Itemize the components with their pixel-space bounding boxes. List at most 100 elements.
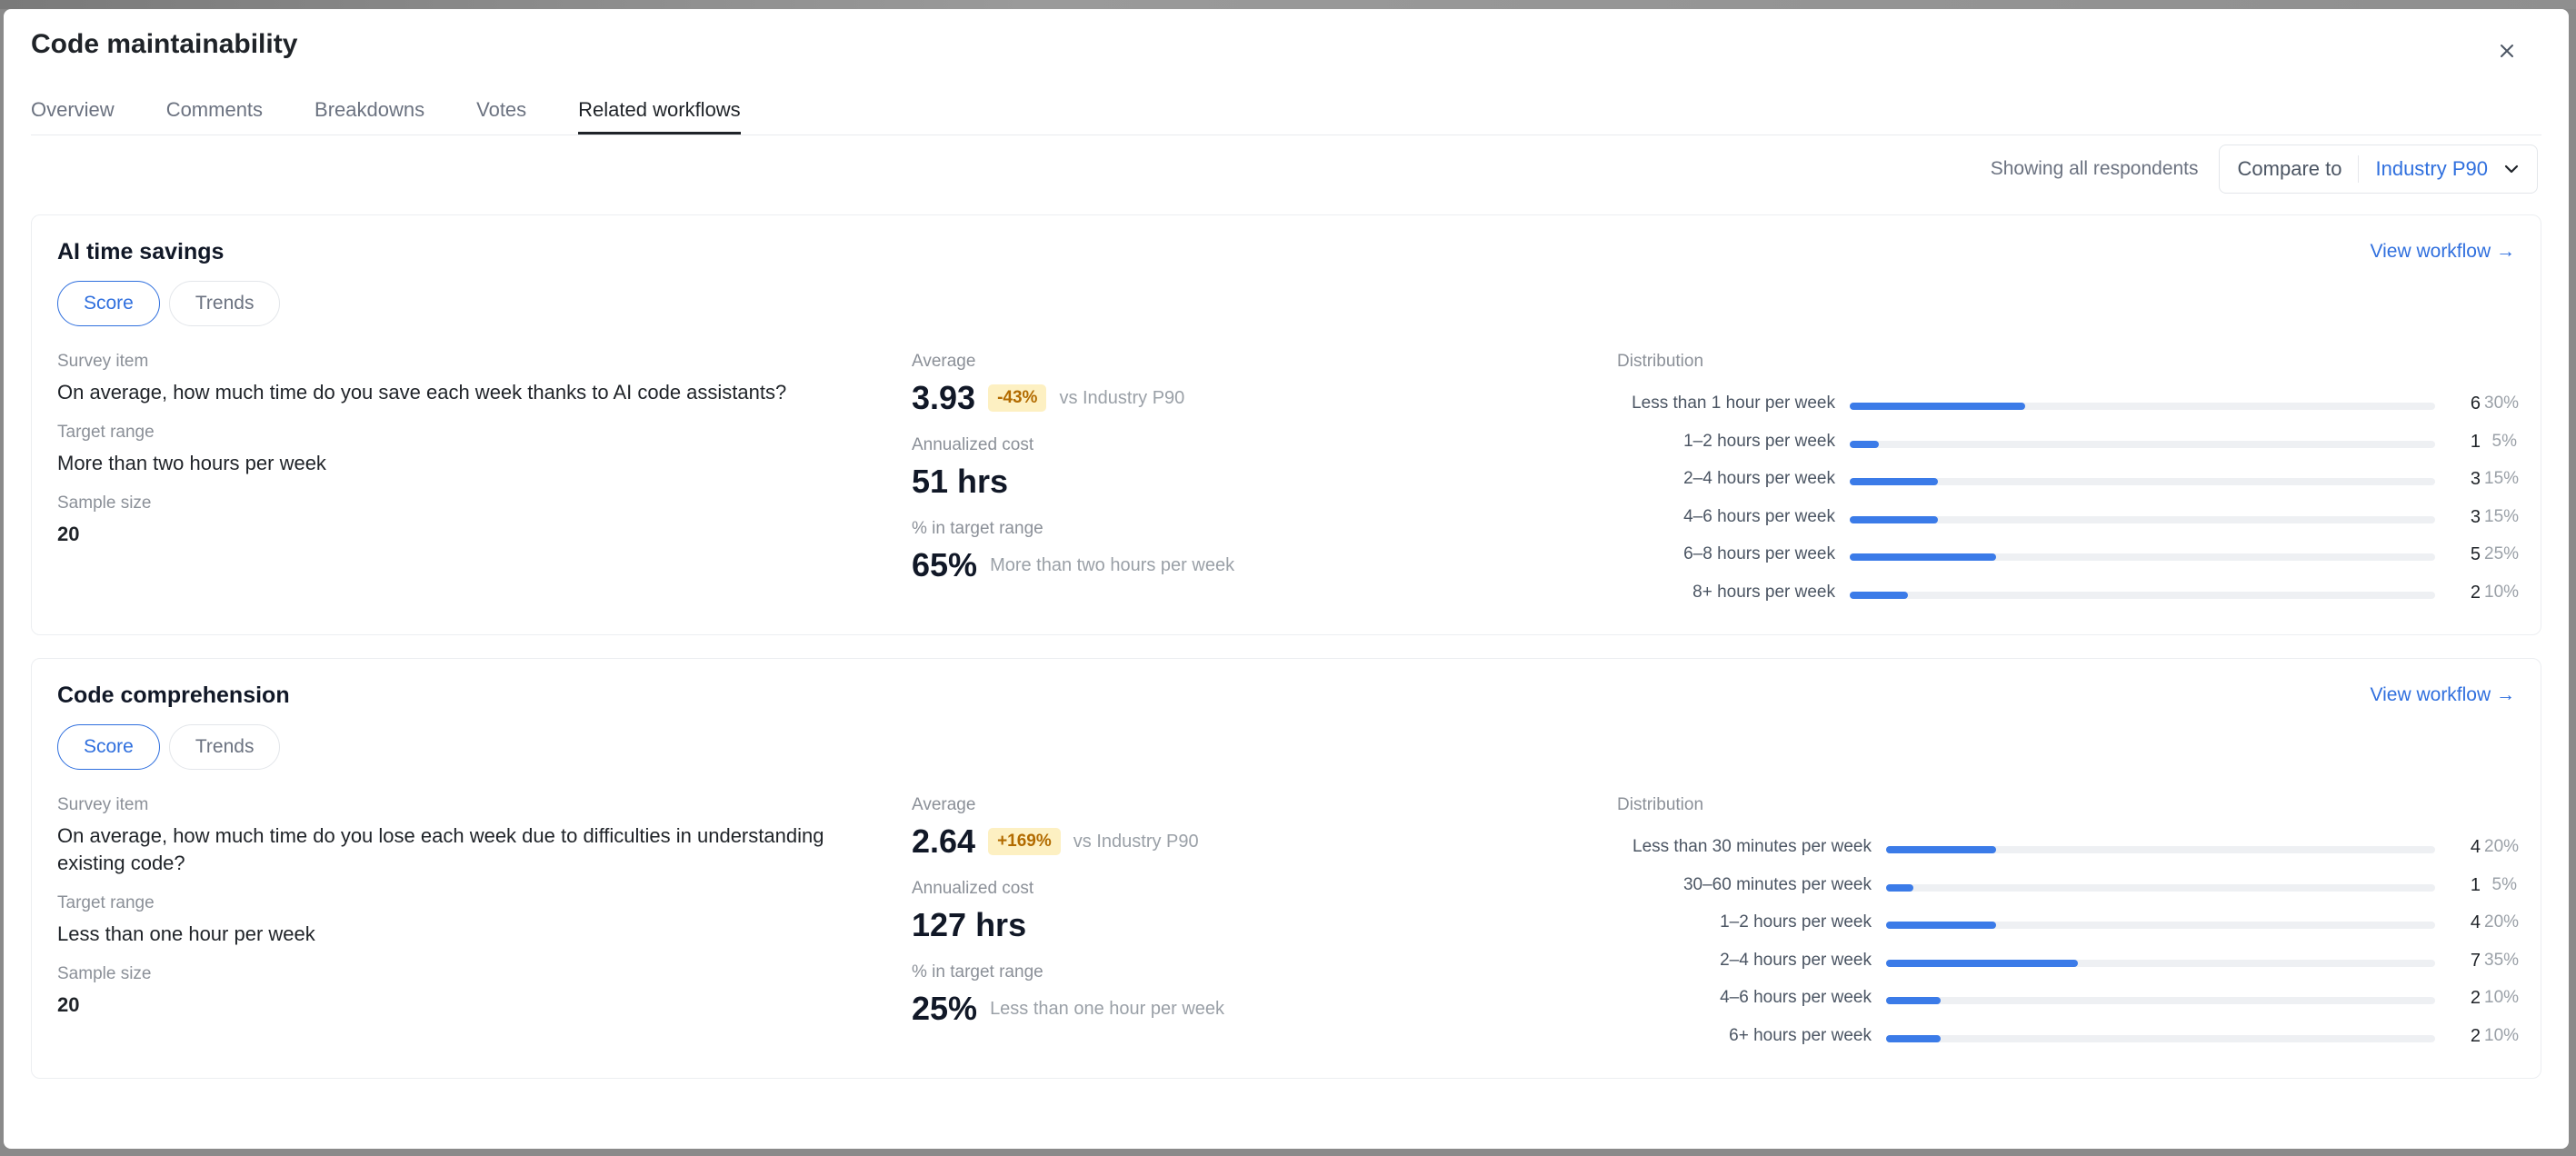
distribution-bar-fill bbox=[1850, 403, 2025, 410]
distribution-bar-fill bbox=[1850, 478, 1938, 485]
average-label: Average bbox=[912, 795, 976, 814]
distribution-percent: 30% bbox=[2484, 394, 2520, 413]
distribution-bar-fill bbox=[1886, 997, 1941, 1004]
card-title: Code comprehension bbox=[57, 683, 290, 708]
survey-item-text: On average, how much time do you lose ea… bbox=[57, 824, 824, 874]
comparison-text: vs Industry P90 bbox=[1073, 831, 1199, 852]
distribution-percent: 10% bbox=[2484, 988, 2520, 1007]
metrics: Average 3.93 -43% vs Industry P90 Annual… bbox=[912, 352, 1566, 584]
score-pill[interactable]: Score bbox=[57, 281, 160, 326]
distribution-percent: 10% bbox=[2484, 582, 2520, 602]
distribution-bar-fill bbox=[1886, 959, 2078, 967]
tab-comments[interactable]: Comments bbox=[166, 89, 263, 135]
comparison-badge: -43% bbox=[988, 384, 1047, 412]
distribution-bar-track bbox=[1886, 922, 2435, 929]
distribution-bar-fill bbox=[1850, 553, 1996, 561]
distribution-bar-track bbox=[1850, 478, 2435, 485]
distribution-count: 3 bbox=[2470, 469, 2481, 489]
target-range-label: Target range bbox=[57, 423, 155, 442]
survey-item-label: Survey item bbox=[57, 795, 149, 814]
distribution-percent: 20% bbox=[2484, 837, 2520, 856]
close-icon bbox=[2501, 45, 2513, 57]
distribution-row-label: 2–4 hours per week bbox=[1720, 950, 1872, 970]
distribution-bar-track bbox=[1850, 553, 2435, 561]
distribution-bar-track bbox=[1850, 515, 2435, 523]
tab-votes[interactable]: Votes bbox=[476, 89, 526, 135]
card-title: AI time savings bbox=[57, 239, 225, 264]
distribution-bar-fill bbox=[1850, 440, 1879, 448]
average-label: Average bbox=[912, 352, 976, 371]
view-workflow-link[interactable]: View workflow → bbox=[2371, 241, 2516, 263]
distribution-row: 6–8 hours per week 5 25% bbox=[1617, 537, 2519, 575]
compare-to-dropdown[interactable]: Compare to Industry P90 bbox=[2218, 144, 2538, 194]
distribution-row: 1–2 hours per week 1 5% bbox=[1617, 424, 2517, 463]
distribution-bar-fill bbox=[1886, 922, 1996, 929]
view-workflow-link[interactable]: View workflow → bbox=[2371, 684, 2516, 706]
sample-size-label: Sample size bbox=[57, 964, 152, 983]
distribution-row-label: Less than 1 hour per week bbox=[1632, 394, 1835, 413]
distribution-row: 8+ hours per week 2 10% bbox=[1617, 575, 2520, 613]
tab-overview[interactable]: Overview bbox=[31, 89, 115, 135]
distribution-row: 4–6 hours per week 2 10% bbox=[1617, 981, 2520, 1019]
distribution-count: 3 bbox=[2470, 506, 2481, 527]
backdrop bbox=[0, 0, 2576, 9]
comparison-badge: +169% bbox=[988, 828, 1061, 855]
distribution-row-label: 1–2 hours per week bbox=[1683, 431, 1835, 451]
distribution-row-label: 4–6 hours per week bbox=[1683, 506, 1835, 526]
chevron-down-icon bbox=[2504, 164, 2519, 174]
distribution-count: 1 bbox=[2470, 874, 2481, 895]
distribution-percent: 20% bbox=[2484, 912, 2520, 932]
distribution-bar-track bbox=[1886, 959, 2435, 967]
distribution-label: Distribution bbox=[1617, 795, 1704, 814]
trends-pill[interactable]: Trends bbox=[168, 724, 281, 770]
annualized-cost-label: Annualized cost bbox=[912, 879, 1034, 898]
modal-dialog: Code maintainability Overview Comments B… bbox=[4, 9, 2569, 1149]
distribution-row-label: 6–8 hours per week bbox=[1683, 544, 1835, 563]
survey-details: Survey item On average, how much time do… bbox=[57, 795, 875, 1019]
distribution-count: 2 bbox=[2470, 582, 2481, 603]
distribution-percent: 10% bbox=[2484, 1025, 2520, 1045]
distribution-row-label: 2–4 hours per week bbox=[1683, 469, 1835, 488]
distribution-row: Less than 1 hour per week 6 30% bbox=[1617, 386, 2520, 424]
close-button[interactable] bbox=[2489, 33, 2525, 69]
sample-size-value: 20 bbox=[57, 523, 80, 545]
distribution-count: 5 bbox=[2470, 544, 2481, 564]
distribution-row: 2–4 hours per week 3 15% bbox=[1617, 462, 2520, 500]
pct-target-label: % in target range bbox=[912, 519, 1043, 538]
sample-size-value: 20 bbox=[57, 993, 80, 1016]
metrics: Average 2.64 +169% vs Industry P90 Annua… bbox=[912, 795, 1566, 1028]
tab-breakdowns[interactable]: Breakdowns bbox=[315, 89, 424, 135]
distribution-row: Less than 30 minutes per week 4 20% bbox=[1617, 830, 2520, 868]
distribution-bar-track bbox=[1886, 1034, 2435, 1042]
distribution-row: 4–6 hours per week 3 15% bbox=[1617, 500, 2519, 538]
distribution-row-label: 6+ hours per week bbox=[1729, 1025, 1872, 1045]
trends-pill[interactable]: Trends bbox=[168, 281, 281, 326]
target-range-value: Less than one hour per week bbox=[57, 922, 315, 945]
survey-details: Survey item On average, how much time do… bbox=[57, 352, 875, 548]
compare-label: Compare to bbox=[2237, 157, 2342, 180]
tab-bar: Overview Comments Breakdowns Votes Relat… bbox=[31, 89, 2541, 135]
distribution-row: 30–60 minutes per week 1 5% bbox=[1617, 868, 2517, 906]
distribution-bar-fill bbox=[1850, 515, 1938, 523]
score-trends-toggle: Score Trends bbox=[57, 724, 281, 770]
distribution-row: 6+ hours per week 2 10% bbox=[1617, 1019, 2520, 1057]
tab-related-workflows[interactable]: Related workflows bbox=[578, 89, 741, 135]
distribution-percent: 15% bbox=[2484, 469, 2520, 488]
pct-target-value: 65% bbox=[912, 546, 978, 583]
comparison-text: vs Industry P90 bbox=[1059, 387, 1185, 408]
workflow-card-code-comprehension: Code comprehension View workflow → Score… bbox=[31, 658, 2541, 1079]
distribution-bar-fill bbox=[1886, 883, 1913, 892]
target-range-value: More than two hours per week bbox=[57, 452, 326, 474]
modal-title: Code maintainability bbox=[31, 29, 298, 59]
annualized-cost-label: Annualized cost bbox=[912, 435, 1034, 454]
score-pill[interactable]: Score bbox=[57, 724, 160, 770]
distribution-bar-track bbox=[1886, 997, 2435, 1004]
distribution-count: 6 bbox=[2470, 394, 2481, 414]
distribution-row-label: 30–60 minutes per week bbox=[1682, 874, 1872, 894]
distribution-label: Distribution bbox=[1617, 352, 1704, 371]
distribution-count: 2 bbox=[2470, 988, 2481, 1008]
compare-value: Industry P90 bbox=[2375, 157, 2488, 180]
distribution-bar-fill bbox=[1850, 591, 1908, 599]
sample-size-label: Sample size bbox=[57, 493, 152, 513]
survey-item-text: On average, how much time do you save ea… bbox=[57, 381, 787, 404]
